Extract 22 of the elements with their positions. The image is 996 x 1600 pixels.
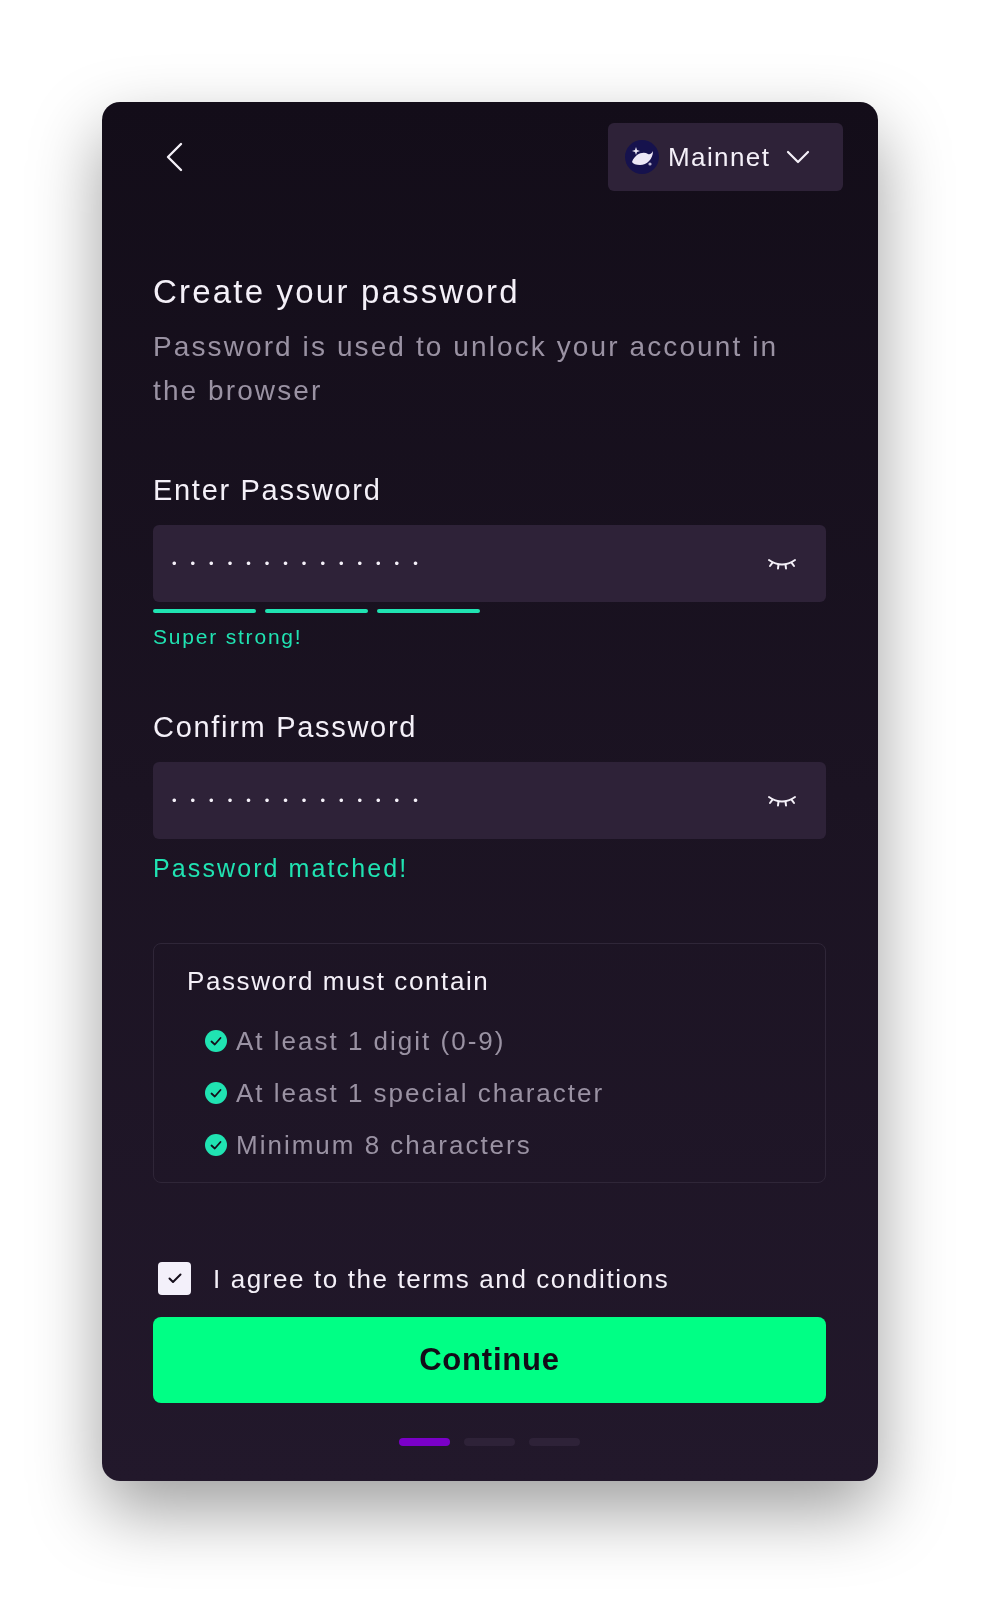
- page-subtitle: Password is used to unlock your account in the browser: [153, 330, 780, 408]
- page-title: Create your password: [153, 272, 521, 312]
- requirement-text: At least 1 special character: [236, 1077, 605, 1109]
- wave-icon: [625, 140, 659, 174]
- password-field[interactable]: ••••••••••••••: [153, 525, 826, 602]
- strength-text: Super strong!: [153, 624, 304, 650]
- network-selector[interactable]: Mainnet: [608, 123, 843, 191]
- closed-eye-icon[interactable]: [767, 556, 797, 571]
- back-icon[interactable]: [165, 142, 183, 172]
- check-icon: [167, 1273, 182, 1284]
- field-label: Confirm Password: [153, 710, 419, 745]
- match-status-text: Password matched!: [153, 853, 410, 883]
- chevron-down-icon: [786, 150, 811, 164]
- requirements-title: Password must contain: [187, 965, 491, 997]
- terms-text: I agree to the terms and conditions: [213, 1262, 670, 1295]
- requirement-text: Minimum 8 characters: [236, 1129, 532, 1161]
- field-label: Enter Password: [153, 473, 383, 508]
- continue-button[interactable]: Continue: [153, 1317, 826, 1403]
- password-field[interactable]: ••••••••••••••: [153, 762, 826, 839]
- closed-eye-icon[interactable]: [767, 793, 797, 808]
- checkbox[interactable]: [158, 1262, 191, 1295]
- requirement-text: At least 1 digit (0-9): [236, 1025, 506, 1057]
